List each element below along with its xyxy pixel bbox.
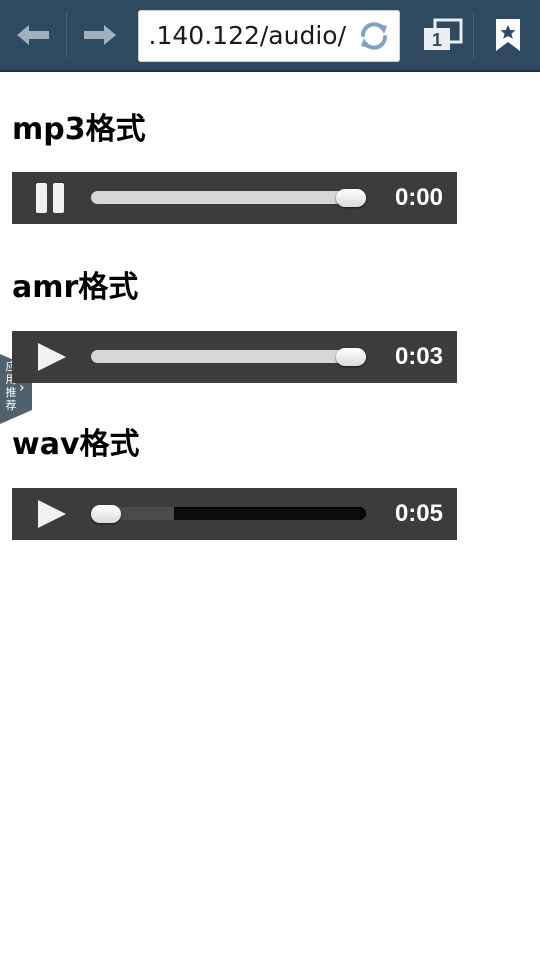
forward-button[interactable]	[67, 0, 133, 70]
back-button[interactable]	[0, 0, 66, 70]
play-icon[interactable]	[36, 498, 68, 530]
tabs-button[interactable]: 1	[412, 0, 472, 70]
section-title-mp3: mp3格式	[12, 112, 146, 147]
buffered-range	[91, 350, 366, 363]
time-display: 0:05	[394, 500, 443, 527]
url-bar[interactable]: .140.122/audio/	[138, 10, 400, 62]
seek-bar[interactable]	[91, 350, 366, 363]
seek-thumb[interactable]	[91, 505, 121, 523]
tab-count: 1	[432, 30, 442, 50]
audio-player-wav: 0:05	[12, 488, 457, 540]
pause-button[interactable]	[36, 183, 66, 213]
url-text[interactable]: .140.122/audio/	[149, 10, 346, 62]
arrow-left-icon	[17, 25, 49, 45]
bookmark-button[interactable]	[476, 0, 540, 70]
refresh-icon	[361, 22, 387, 50]
audio-player-mp3: 0:00	[12, 172, 457, 224]
pause-icon	[36, 183, 47, 213]
refresh-button[interactable]	[354, 16, 394, 56]
section-title-amr: amr格式	[12, 270, 139, 305]
bookmark-star-icon	[496, 19, 520, 51]
section-title-wav: wav格式	[12, 427, 140, 462]
seek-thumb[interactable]	[336, 348, 366, 366]
tabs-icon: 1	[424, 18, 463, 50]
play-icon[interactable]	[36, 341, 68, 373]
seek-bar[interactable]	[91, 507, 366, 520]
arrow-right-icon	[84, 25, 116, 45]
audio-player-amr: 0:03	[12, 331, 457, 383]
time-display: 0:03	[394, 343, 443, 370]
buffered-range	[91, 191, 366, 204]
time-display: 0:00	[394, 184, 443, 211]
toolbar-separator	[473, 12, 474, 58]
pause-icon	[53, 183, 64, 213]
seek-bar[interactable]	[91, 191, 366, 204]
seek-thumb[interactable]	[336, 189, 366, 207]
browser-toolbar: .140.122/audio/ 1	[0, 0, 540, 72]
